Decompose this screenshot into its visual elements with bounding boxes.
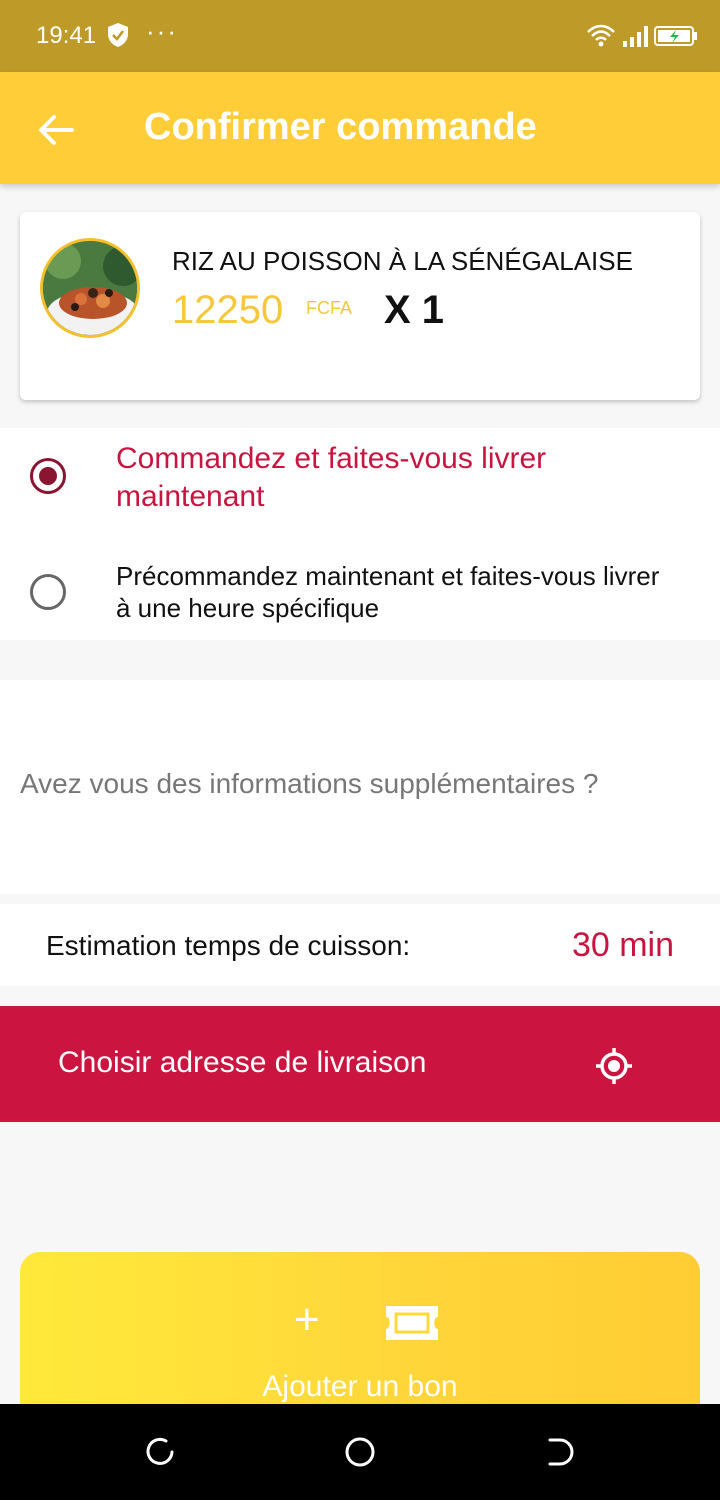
order-item-card: RIZ AU POISSON À LA SÉNÉGALAISE 12250 FC… — [20, 212, 700, 400]
cooking-estimate: Estimation temps de cuisson: 30 min — [0, 904, 720, 986]
choose-address-label: Choisir adresse de livraison — [58, 1046, 427, 1079]
add-voucher-label: Ajouter un bon — [262, 1370, 458, 1403]
additional-info-input[interactable] — [20, 768, 700, 800]
choose-address-button[interactable]: Choisir adresse de livraison — [0, 1006, 720, 1122]
add-voucher-button[interactable]: + Ajouter un bon — [20, 1252, 700, 1422]
shield-icon — [108, 23, 128, 47]
radio-selected-icon[interactable] — [30, 458, 66, 494]
system-nav-bar — [0, 1404, 720, 1500]
dish-name: RIZ AU POISSON À LA SÉNÉGALAISE — [172, 246, 633, 276]
status-time: 19:41 — [36, 22, 97, 49]
battery-charging-icon — [654, 26, 697, 46]
arrow-left-icon — [39, 115, 74, 145]
price-currency: FCFA — [306, 298, 353, 318]
ticket-icon — [386, 1306, 438, 1340]
radio-unselected-icon[interactable] — [30, 574, 66, 610]
option-deliver-now-label: Commandez et faites-vous livrer maintena… — [116, 442, 547, 513]
back-nav-icon[interactable] — [544, 1436, 576, 1468]
page-title: Confirmer commande — [144, 106, 537, 148]
signal-icon — [623, 26, 648, 47]
dish-price: 12250 — [172, 288, 284, 332]
home-icon[interactable] — [344, 1436, 376, 1468]
additional-info-section — [0, 680, 720, 894]
status-bar: 19:41 ··· — [0, 0, 720, 72]
delivery-options: Commandez et faites-vous livrer maintena… — [0, 428, 720, 640]
option-preorder-label: Précommandez maintenant et faites-vous l… — [116, 561, 660, 623]
wifi-icon — [587, 24, 615, 47]
back-button[interactable] — [30, 106, 82, 154]
more-notifications-icon: ··· — [146, 16, 178, 46]
estimate-value: 30 min — [571, 926, 674, 964]
status-icons — [586, 22, 698, 50]
gps-target-icon — [596, 1048, 632, 1084]
dish-quantity: X 1 — [384, 288, 445, 332]
dish-image — [40, 238, 140, 338]
estimate-label: Estimation temps de cuisson: — [46, 930, 411, 961]
plus-icon: + — [294, 1295, 320, 1344]
app-bar: Confirmer commande — [0, 72, 720, 184]
recent-apps-icon[interactable] — [144, 1436, 176, 1468]
